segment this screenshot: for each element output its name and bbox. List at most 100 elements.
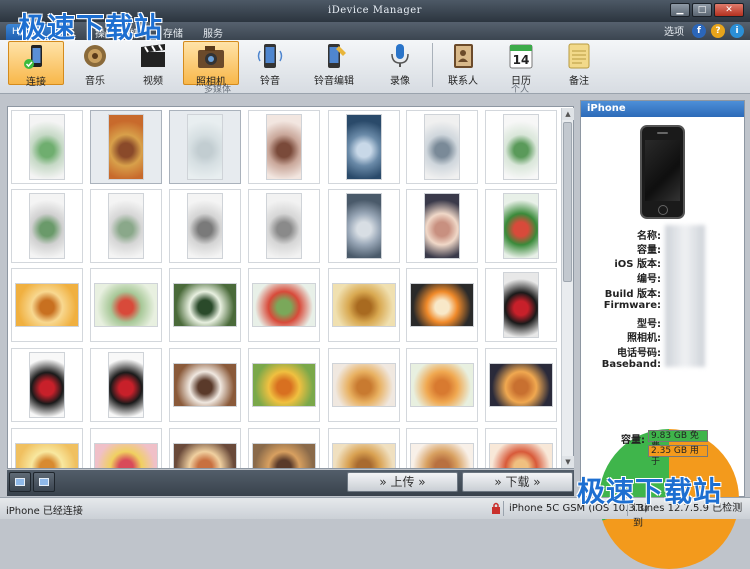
photo-thumbnail[interactable] xyxy=(248,110,320,184)
group-multimedia-label: 多媒体 xyxy=(204,85,232,95)
photo-thumbnail[interactable] xyxy=(485,110,557,184)
device-panel-title: iPhone xyxy=(581,101,744,117)
photo-thumbnail[interactable] xyxy=(328,428,400,468)
photo-thumbnail[interactable] xyxy=(406,428,478,468)
phone-screen xyxy=(645,140,680,201)
iphone-connect-icon xyxy=(24,45,42,69)
photo-thumbnail[interactable] xyxy=(11,348,83,422)
minimize-button[interactable]: ▁ xyxy=(670,3,690,17)
watermark-bottom: 极速下载站 xyxy=(577,475,723,508)
photo-image xyxy=(29,352,65,418)
field-camera-label: 照相机: xyxy=(627,333,661,344)
microphone-icon xyxy=(391,44,409,67)
phone-speaker xyxy=(657,132,668,134)
photo-thumbnail[interactable] xyxy=(485,428,557,468)
photo-thumbnail[interactable] xyxy=(328,189,400,263)
field-ios-version-label: iOS 版本: xyxy=(614,259,661,270)
photo-thumbnail[interactable] xyxy=(406,110,478,184)
tool-camera[interactable]: 照相机 xyxy=(183,41,239,88)
photo-image xyxy=(94,283,158,327)
field-build-label: Build 版本: xyxy=(604,289,661,300)
iphone-image xyxy=(640,125,685,219)
tool-ringtone-edit[interactable]: 铃音编辑 xyxy=(300,41,368,87)
calendar-icon: 14 xyxy=(509,44,533,69)
photo-thumbnail[interactable] xyxy=(90,348,162,422)
watermark-top: 极速下载站 xyxy=(18,11,164,44)
photo-thumbnail[interactable] xyxy=(11,428,83,468)
photo-thumbnail[interactable] xyxy=(169,348,241,422)
photo-image xyxy=(489,443,553,468)
photo-thumbnail[interactable] xyxy=(328,268,400,342)
photo-image xyxy=(332,363,396,407)
photo-image xyxy=(29,114,65,180)
capacity-label: 容量: xyxy=(621,435,645,446)
options-menu[interactable]: 选项 xyxy=(664,23,684,38)
photo-thumbnail[interactable] xyxy=(248,268,320,342)
photo-thumbnail[interactable] xyxy=(11,268,83,342)
tool-ringtone[interactable]: 铃音 xyxy=(242,41,298,87)
tool-record[interactable]: 录像 xyxy=(372,41,428,87)
photo-image xyxy=(346,114,382,180)
group-personal-label: 个人 xyxy=(511,85,530,95)
menu-services[interactable]: 服务 xyxy=(203,25,223,40)
download-button[interactable]: » 下载 » xyxy=(462,472,573,492)
photo-thumbnail[interactable] xyxy=(90,428,162,468)
photo-gallery[interactable] xyxy=(7,106,574,469)
view-small-button[interactable] xyxy=(9,472,31,492)
gallery-action-bar: » 上传 » » 下载 » xyxy=(7,470,574,496)
photo-thumbnail[interactable] xyxy=(169,428,241,468)
photo-thumbnail[interactable] xyxy=(90,268,162,342)
info-icon[interactable]: i xyxy=(730,23,744,38)
photo-thumbnail[interactable] xyxy=(169,268,241,342)
close-button[interactable]: ✕ xyxy=(714,3,744,17)
photo-thumbnail[interactable] xyxy=(485,189,557,263)
maximize-button[interactable]: □ xyxy=(692,3,712,17)
photo-thumbnail[interactable] xyxy=(11,189,83,263)
menu-storage[interactable]: 存储 xyxy=(163,25,183,40)
photo-image xyxy=(252,363,316,407)
facebook-icon[interactable]: f xyxy=(692,23,706,38)
free-space-value: 9.83 GB 免费 xyxy=(648,430,708,452)
photo-thumbnail[interactable] xyxy=(169,110,241,184)
photo-thumbnail[interactable] xyxy=(406,348,478,422)
photo-thumbnail[interactable] xyxy=(248,189,320,263)
photo-image xyxy=(503,272,539,338)
photo-thumbnail[interactable] xyxy=(328,110,400,184)
photo-image xyxy=(410,283,474,327)
photo-image xyxy=(410,443,474,468)
photo-image xyxy=(108,114,144,180)
photo-image xyxy=(252,283,316,327)
photo-thumbnail[interactable] xyxy=(90,110,162,184)
connection-status: iPhone 已经连接 xyxy=(6,506,83,517)
photo-thumbnail[interactable] xyxy=(11,110,83,184)
photo-thumbnail[interactable] xyxy=(248,428,320,468)
photo-thumbnail[interactable] xyxy=(406,189,478,263)
tool-connect[interactable]: 连接 xyxy=(8,41,64,88)
tool-notes[interactable]: 备注 xyxy=(551,41,607,87)
photo-thumbnail[interactable] xyxy=(406,268,478,342)
photo-image xyxy=(173,363,237,407)
photo-thumbnail[interactable] xyxy=(485,268,557,342)
photo-thumbnail[interactable] xyxy=(328,348,400,422)
tool-contacts[interactable]: 联系人 xyxy=(435,41,491,87)
photo-image xyxy=(252,443,316,468)
view-large-icon xyxy=(39,478,49,486)
photo-thumbnail[interactable] xyxy=(485,348,557,422)
photo-image xyxy=(173,283,237,327)
view-large-button[interactable] xyxy=(33,472,55,492)
tool-music[interactable]: 音乐 xyxy=(67,41,123,87)
photo-thumbnail[interactable] xyxy=(248,348,320,422)
scroll-thumb[interactable] xyxy=(563,122,572,282)
photo-thumbnail[interactable] xyxy=(90,189,162,263)
photo-image xyxy=(503,114,539,180)
scroll-up-arrow-icon[interactable]: ▲ xyxy=(562,108,574,120)
help-icon[interactable]: ? xyxy=(711,23,725,38)
gallery-scrollbar[interactable]: ▲ ▼ xyxy=(561,108,574,468)
scroll-down-arrow-icon[interactable]: ▼ xyxy=(562,456,574,468)
tool-calendar[interactable]: 14 日历 xyxy=(493,41,549,87)
tool-music-label: 音乐 xyxy=(85,76,105,87)
upload-button[interactable]: » 上传 » xyxy=(347,472,458,492)
photo-thumbnail[interactable] xyxy=(169,189,241,263)
photo-image xyxy=(503,193,539,259)
tool-video[interactable]: 视频 xyxy=(125,41,181,87)
